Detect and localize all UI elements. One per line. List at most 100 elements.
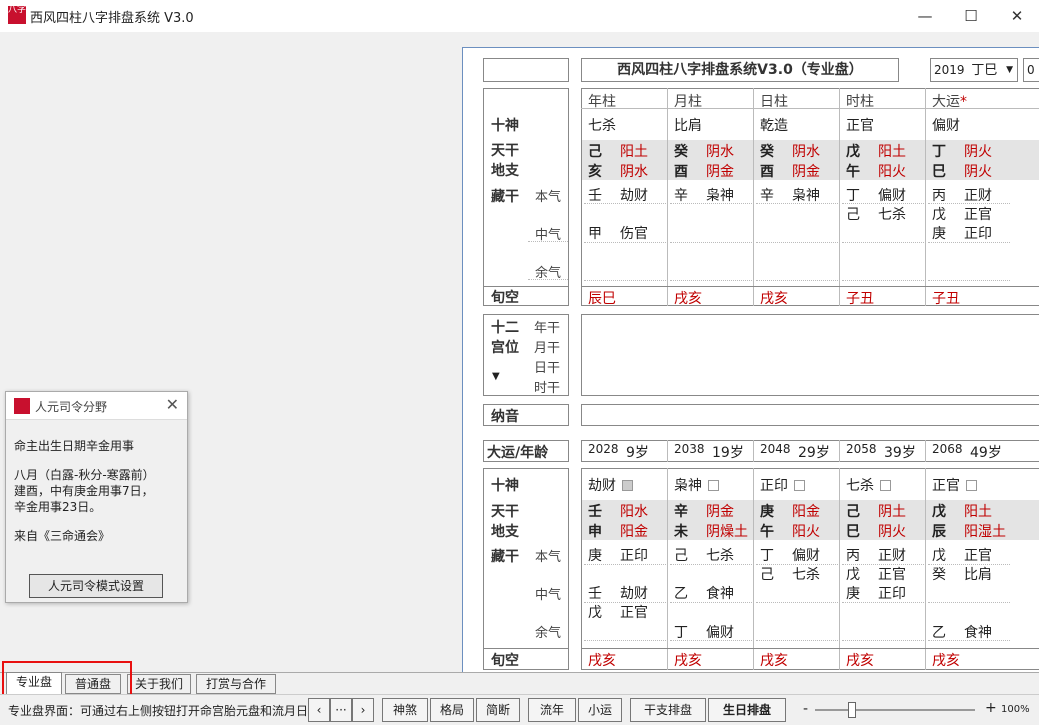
- popup-line-1: 命主出生日期辛金用事: [14, 439, 135, 453]
- status-text: 专业盘界面：可通过右上侧按钮打开命宫胎元盘和流月日: [8, 704, 309, 718]
- highlight-frame: [2, 661, 132, 696]
- dayun-zhi-wuxing: 阳火: [792, 524, 820, 540]
- dayun-canggan-shishen: 正官: [878, 567, 906, 583]
- dayun-gan-wuxing: 阳水: [620, 504, 648, 520]
- dayun-canggan-shishen: 正官: [620, 605, 648, 621]
- xiaoyun-button[interactable]: 小运: [578, 698, 622, 722]
- window-title: 西风四柱八字排盘系统 V3.0: [30, 11, 194, 26]
- dayun-shishen: 七杀: [846, 475, 891, 495]
- dayun-canggan-gan: 壬: [588, 586, 602, 602]
- dayun-age: 9岁: [626, 445, 649, 461]
- maximize-button[interactable]: ☐: [948, 0, 994, 32]
- dayun-canggan-shishen: 正印: [620, 548, 648, 564]
- dayun-checkbox[interactable]: [622, 480, 633, 491]
- popup-line-5: 来自《三命通会》: [14, 529, 111, 543]
- minimize-button[interactable]: —: [902, 0, 948, 32]
- title-bar: 八字 西风四柱八字排盘系统 V3.0 — ☐ ✕: [0, 0, 1039, 32]
- app-icon-small: [14, 398, 30, 414]
- close-icon[interactable]: ✕: [166, 395, 179, 414]
- ganzhi-paipan-button[interactable]: 干支排盘: [630, 698, 706, 722]
- dayun-gan-wuxing: 阴土: [878, 504, 906, 520]
- dayun-shishen: 劫财: [588, 475, 633, 495]
- dayun-year: 2028: [588, 442, 619, 456]
- dayun-shishen: 正官: [932, 475, 977, 495]
- dayun-canggan-gan: 癸: [932, 567, 946, 583]
- jianduan-button[interactable]: 简断: [476, 698, 520, 722]
- dayun-yuqi-gan: 丁: [674, 625, 688, 641]
- dayun-canggan-gan: 己: [760, 567, 774, 583]
- dayun-canggan-gan: 丙: [846, 548, 860, 564]
- dayun-age: 39岁: [884, 445, 916, 461]
- dayun-checkbox[interactable]: [794, 480, 805, 491]
- dayun-gan-wuxing: 阳金: [792, 504, 820, 520]
- dayun-year: 2038: [674, 442, 705, 456]
- dayun-xunkong: 戌亥: [588, 653, 616, 669]
- geju-button[interactable]: 格局: [430, 698, 474, 722]
- dayun-xunkong: 戌亥: [932, 653, 960, 669]
- dayun-zhi: 巳: [846, 524, 860, 540]
- dayun-checkbox[interactable]: [708, 480, 719, 491]
- dayun-shishen: 枭神: [674, 475, 719, 495]
- shensha-button[interactable]: 神煞: [382, 698, 428, 722]
- dayun-xunkong: 戌亥: [674, 653, 702, 669]
- dayun-canggan-shishen: 正印: [878, 586, 906, 602]
- dayun-shishen: 正印: [760, 475, 805, 495]
- dayun-zhi-wuxing: 阴火: [878, 524, 906, 540]
- close-button[interactable]: ✕: [994, 0, 1039, 32]
- zoom-plus-button[interactable]: +: [985, 700, 997, 716]
- dayun-xunkong: 戌亥: [846, 653, 874, 669]
- dayun-zhi-wuxing: 阴燥土: [706, 524, 748, 540]
- dayun-year: 2058: [846, 442, 877, 456]
- status-bar: 专业盘界面：可通过右上侧按钮打开命宫胎元盘和流月日 ‹ ··· › 神煞 格局 …: [0, 694, 1039, 725]
- tab-donate[interactable]: 打赏与合作: [196, 674, 276, 694]
- dayun-canggan-shishen: 食神: [706, 586, 734, 602]
- dayun-yuqi-shishen: 食神: [964, 625, 992, 641]
- prev-button[interactable]: ‹: [308, 698, 330, 722]
- dayun-year: 2048: [760, 442, 791, 456]
- dayun-gan: 辛: [674, 504, 688, 520]
- zoom-minus-button[interactable]: -: [803, 701, 808, 717]
- renyuan-settings-button[interactable]: 人元司令模式设置: [29, 574, 163, 598]
- next-button[interactable]: ›: [352, 698, 374, 722]
- dayun-xunkong: 戌亥: [760, 653, 788, 669]
- liunian-button[interactable]: 流年: [528, 698, 576, 722]
- dayun-gan: 庚: [760, 504, 774, 520]
- tab-bar: 专业盘 普通盘 关于我们 打赏与合作: [0, 672, 1039, 695]
- dayun-canggan-gan: 庚: [846, 586, 860, 602]
- dayun-gan: 己: [846, 504, 860, 520]
- more-button[interactable]: ···: [330, 698, 352, 722]
- dayun-zhi-wuxing: 阳金: [620, 524, 648, 540]
- popup-line-4: 辛金用事23日。: [14, 500, 102, 514]
- dayun-canggan-shishen: 正官: [964, 548, 992, 564]
- dayun-canggan-shishen: 正财: [878, 548, 906, 564]
- shengri-paipan-button[interactable]: 生日排盘: [708, 698, 786, 722]
- zoom-slider-track[interactable]: [815, 709, 975, 711]
- dayun-zhi: 午: [760, 524, 774, 540]
- dayun-gan-wuxing: 阴金: [706, 504, 734, 520]
- dayun-age: 29岁: [798, 445, 830, 461]
- dayun-yuqi-gan: 乙: [932, 625, 946, 641]
- dayun-canggan-gan: 戊: [846, 567, 860, 583]
- dayun-zhi: 辰: [932, 524, 946, 540]
- dayun-age: 19岁: [712, 445, 744, 461]
- dayun-canggan-gan: 戊: [932, 548, 946, 564]
- dayun-canggan-shishen: 劫财: [620, 586, 648, 602]
- dayun-canggan-gan: 乙: [674, 586, 688, 602]
- dayun-gan-wuxing: 阳土: [964, 504, 992, 520]
- dayun-zhi: 申: [588, 524, 602, 540]
- dayun-age: 49岁: [970, 445, 1002, 461]
- chart-board: 西风四柱八字排盘系统V3.0（专业盘） 2019 丁巳 ▼ 0 十神 天干 地支…: [462, 47, 1039, 672]
- zoom-level: 100%: [1001, 704, 1030, 715]
- popup-line-2: 八月（白露-秋分-寒露前）: [14, 468, 155, 482]
- dayun-gan: 壬: [588, 504, 602, 520]
- dayun-canggan-shishen: 偏财: [792, 548, 820, 564]
- zoom-slider-thumb[interactable]: [848, 702, 856, 718]
- dayun-zhi-wuxing: 阳湿土: [964, 524, 1006, 540]
- popup-line-3: 建酉，中有庚金用事7日，: [14, 484, 154, 498]
- dayun-zhi: 未: [674, 524, 688, 540]
- renyuan-popup: 人元司令分野 ✕ 命主出生日期辛金用事 八月（白露-秋分-寒露前） 建酉，中有庚…: [5, 391, 188, 603]
- dayun-canggan-shishen: 比肩: [964, 567, 992, 583]
- dayun-checkbox[interactable]: [880, 480, 891, 491]
- tab-about[interactable]: 关于我们: [127, 674, 191, 694]
- dayun-checkbox[interactable]: [966, 480, 977, 491]
